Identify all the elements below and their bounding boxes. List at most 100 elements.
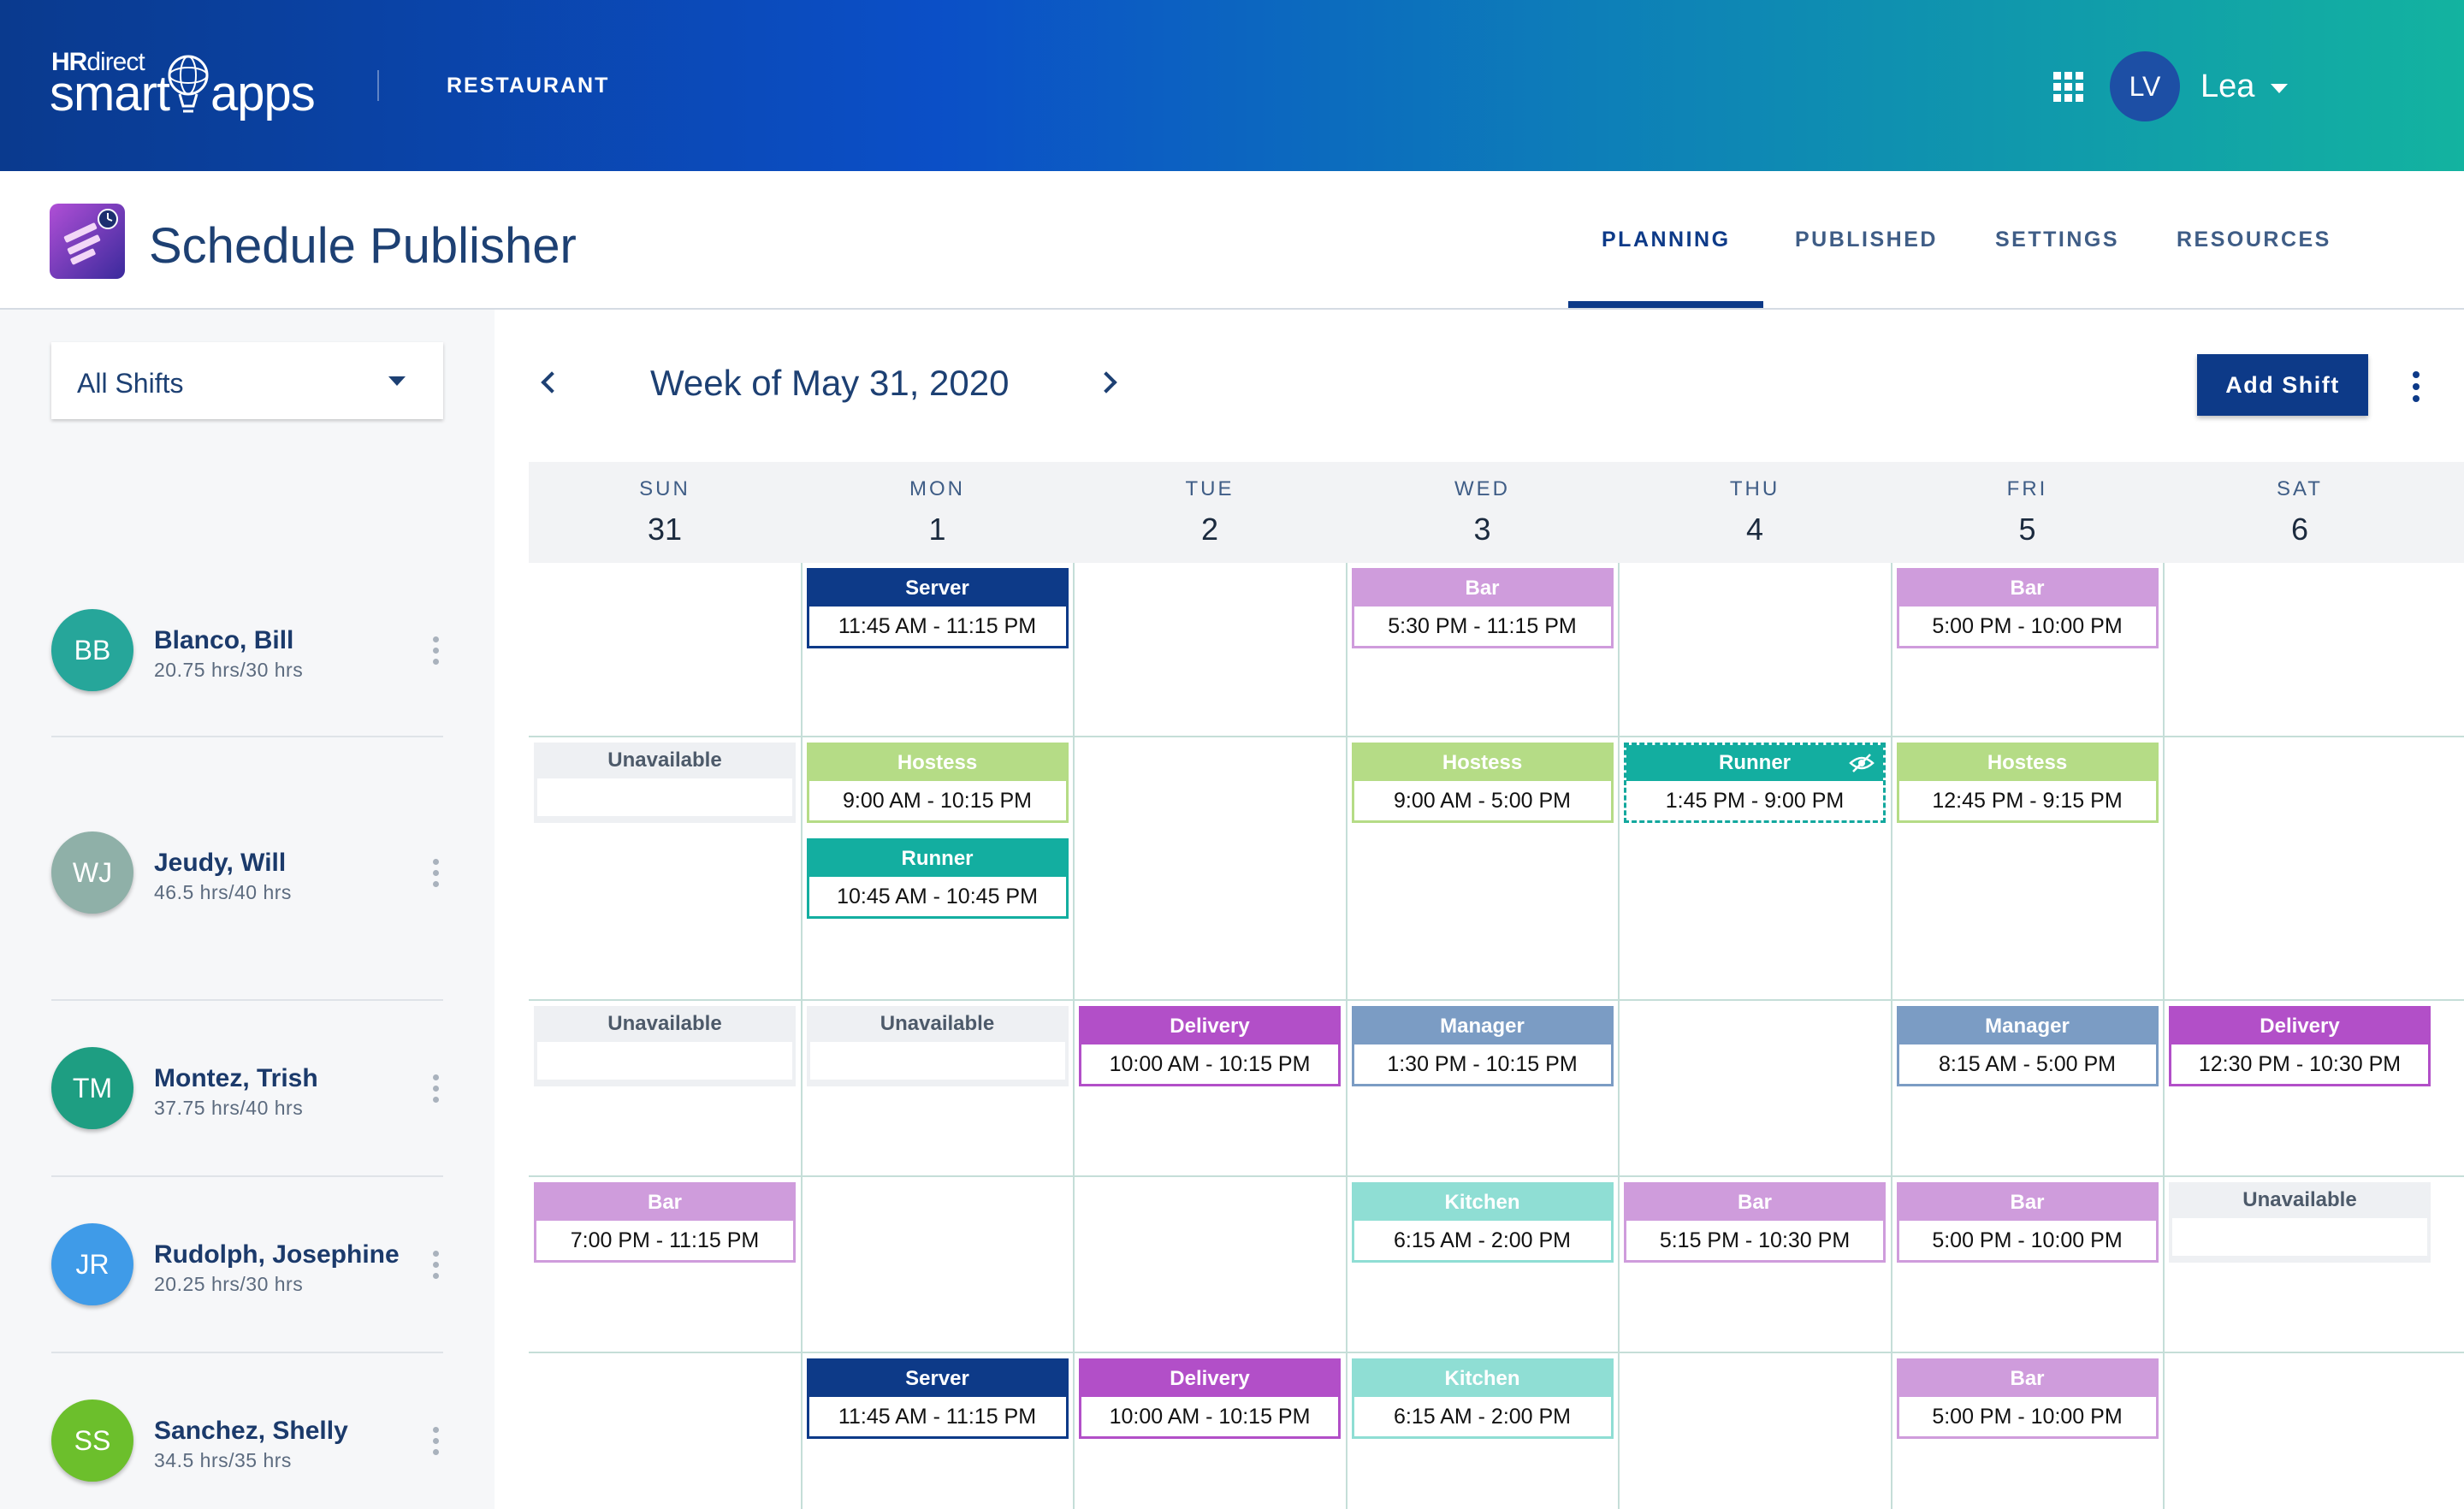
employee-avatar: JR — [51, 1223, 133, 1305]
shift-role: Kitchen — [1353, 1361, 1611, 1397]
shift-time — [537, 1042, 792, 1080]
employee-divider — [51, 1352, 443, 1353]
shift-time: 5:00 PM - 10:00 PM — [1932, 1228, 2123, 1252]
shift-card-bar[interactable]: Bar 5:00 PM - 10:00 PM — [1896, 1358, 2159, 1439]
app-header: Schedule Publisher PLANNING PUBLISHED SE… — [0, 171, 2464, 310]
shift-time: 5:30 PM - 11:15 PM — [1388, 614, 1577, 638]
day-number: 4 — [1745, 512, 1764, 547]
shift-time: 8:15 AM - 5:00 PM — [1938, 1052, 2117, 1076]
shift-role: Hostess — [1353, 745, 1611, 781]
employee-menu-icon[interactable] — [433, 1074, 440, 1104]
employee-menu-icon[interactable] — [433, 859, 440, 888]
shift-card-server[interactable]: Server 11:45 AM - 11:15 PM — [806, 1358, 1069, 1439]
eye-slash-icon — [1849, 754, 1875, 772]
shift-role: Hostess — [808, 745, 1066, 781]
add-shift-button[interactable]: Add Shift — [2197, 354, 2368, 416]
day-number: 5 — [2018, 512, 2036, 547]
shift-card-delivery[interactable]: Delivery 10:00 AM - 10:15 PM — [1079, 1006, 1341, 1086]
hrdirect-smartapps-logo[interactable]: HRdirect smart apps — [50, 44, 332, 130]
shift-card-kitchen[interactable]: Kitchen 6:15 AM - 2:00 PM — [1351, 1182, 1614, 1263]
shift-time — [2172, 1218, 2427, 1256]
employee-menu-icon[interactable] — [433, 636, 440, 666]
shift-card-bar[interactable]: Bar 5:00 PM - 10:00 PM — [1896, 568, 2159, 648]
tab-resources[interactable]: RESOURCES — [2177, 228, 2331, 252]
tab-settings[interactable]: SETTINGS — [1995, 228, 2119, 252]
employee-avatar: TM — [51, 1047, 133, 1129]
shift-card-manager[interactable]: Manager 8:15 AM - 5:00 PM — [1896, 1006, 2159, 1086]
grid-row-divider — [529, 1175, 2464, 1177]
shift-time: 10:00 AM - 10:15 PM — [1109, 1052, 1311, 1076]
day-name: WED — [1454, 477, 1510, 500]
calendar-day-header: SUN 31 MON 1 TUE 2 WED 3 THU 4 FRI 5 SAT 6 — [529, 462, 2464, 563]
employee-menu-icon[interactable] — [433, 1427, 440, 1456]
more-options-icon[interactable] — [2411, 370, 2421, 404]
shift-card-server[interactable]: Server 11:45 AM - 11:15 PM — [806, 568, 1069, 648]
unavailable-block[interactable]: Unavailable — [534, 1006, 796, 1086]
tab-planning[interactable]: PLANNING — [1602, 228, 1731, 252]
shift-time: 5:15 PM - 10:30 PM — [1659, 1228, 1851, 1252]
shift-card-kitchen[interactable]: Kitchen 6:15 AM - 2:00 PM — [1351, 1358, 1614, 1439]
user-avatar[interactable]: LV — [2110, 51, 2180, 121]
shift-card-runner[interactable]: Runner 1:45 PM - 9:00 PM — [1624, 743, 1886, 823]
employee-avatar: BB — [51, 609, 133, 691]
previous-week-button[interactable] — [534, 366, 563, 395]
organization-name: RESTAURANT — [447, 74, 610, 98]
employee-avatar: WJ — [51, 831, 133, 914]
grid-column-divider — [1890, 563, 1892, 1509]
shift-card-manager[interactable]: Manager 1:30 PM - 10:15 PM — [1351, 1006, 1614, 1086]
shift-time: 5:00 PM - 10:00 PM — [1932, 1405, 2123, 1429]
shift-card-bar[interactable]: Bar 5:15 PM - 10:30 PM — [1624, 1182, 1886, 1263]
shift-role: Server — [808, 571, 1066, 607]
user-name[interactable]: Lea — [2200, 68, 2254, 105]
shift-card-bar[interactable]: Bar 5:30 PM - 11:15 PM — [1351, 568, 1614, 648]
chevron-down-icon[interactable] — [2271, 84, 2288, 93]
shift-card-hostess[interactable]: Hostess 12:45 PM - 9:15 PM — [1896, 743, 2159, 823]
day-name: SAT — [2277, 477, 2323, 500]
unavailable-block[interactable]: Unavailable — [2169, 1182, 2431, 1263]
day-name: MON — [909, 477, 965, 500]
shift-role: Unavailable — [880, 1012, 995, 1035]
day-number: 3 — [1473, 512, 1491, 547]
shift-role: Delivery — [1081, 1009, 1338, 1044]
shift-card-delivery[interactable]: Delivery 10:00 AM - 10:15 PM — [1079, 1358, 1341, 1439]
shift-card-bar[interactable]: Bar 7:00 PM - 11:15 PM — [534, 1182, 796, 1263]
employee-name[interactable]: Blanco, Bill — [154, 626, 293, 655]
employee-menu-icon[interactable] — [433, 1251, 440, 1280]
shift-card-hostess[interactable]: Hostess 9:00 AM - 5:00 PM — [1351, 743, 1614, 823]
shift-role: Unavailable — [2242, 1188, 2357, 1211]
day-number: 31 — [647, 512, 683, 547]
grid-column-divider — [800, 563, 803, 1509]
shift-time: 7:00 PM - 11:15 PM — [570, 1228, 760, 1252]
schedule-publisher-app-icon — [50, 204, 125, 279]
shift-filter-dropdown[interactable]: All Shifts — [51, 342, 443, 419]
logo-apps: apps — [210, 66, 316, 121]
apps-grid-icon[interactable] — [2053, 72, 2084, 103]
employee-row: BB Blanco, Bill 20.75 hrs/30 hrs — [51, 563, 443, 737]
unavailable-block[interactable]: Unavailable — [806, 1006, 1069, 1086]
shift-role: Bar — [536, 1185, 793, 1221]
shift-role: Unavailable — [607, 749, 722, 772]
grid-column-divider — [1073, 563, 1075, 1509]
shift-time: 12:30 PM - 10:30 PM — [2198, 1052, 2402, 1076]
shift-card-delivery[interactable]: Delivery 12:30 PM - 10:30 PM — [2169, 1006, 2431, 1086]
employee-name[interactable]: Jeudy, Will — [154, 849, 286, 878]
shift-filter-value: All Shifts — [77, 368, 184, 399]
unavailable-block[interactable]: Unavailable — [534, 743, 796, 823]
next-week-button[interactable] — [1093, 366, 1122, 395]
employee-name[interactable]: Rudolph, Josephine — [154, 1240, 400, 1269]
employee-row: TM Montez, Trish 37.75 hrs/40 hrs — [51, 1001, 443, 1177]
tab-published[interactable]: PUBLISHED — [1795, 228, 1938, 252]
shift-time: 5:00 PM - 10:00 PM — [1932, 614, 2123, 638]
shift-time: 9:00 AM - 5:00 PM — [1393, 789, 1572, 813]
employee-name[interactable]: Montez, Trish — [154, 1064, 318, 1093]
shift-card-runner[interactable]: Runner 10:45 AM - 10:45 PM — [806, 838, 1069, 919]
grid-column-divider — [1345, 563, 1348, 1509]
shift-role: Kitchen — [1353, 1185, 1611, 1221]
grid-row-divider — [529, 999, 2464, 1001]
shift-card-bar[interactable]: Bar 5:00 PM - 10:00 PM — [1896, 1182, 2159, 1263]
employee-divider — [51, 1175, 443, 1177]
day-name: FRI — [2006, 477, 2048, 500]
grid-row-divider — [529, 736, 2464, 737]
employee-name[interactable]: Sanchez, Shelly — [154, 1417, 348, 1446]
shift-card-hostess[interactable]: Hostess 9:00 AM - 10:15 PM — [806, 743, 1069, 823]
